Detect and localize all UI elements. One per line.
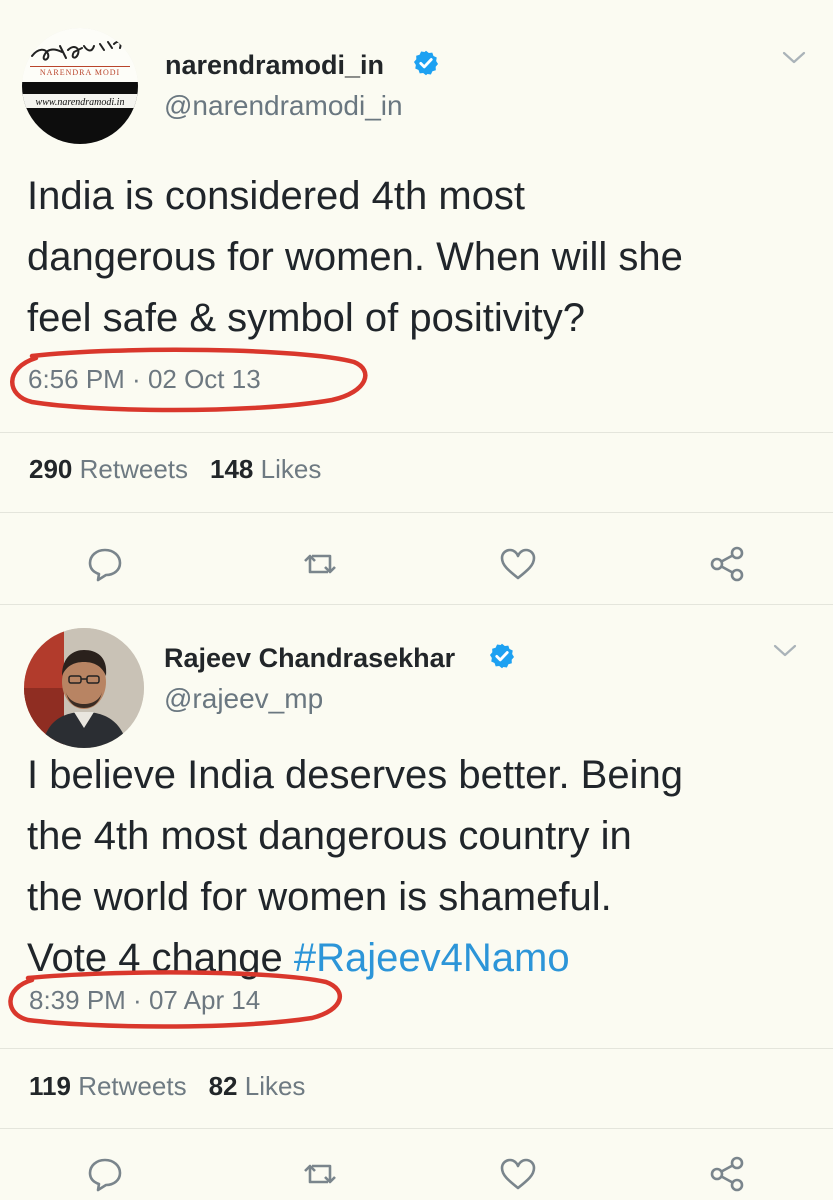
likes-count: 82 <box>208 1071 238 1101</box>
retweet-icon[interactable] <box>300 1154 340 1194</box>
tweet-text-line: feel safe & symbol of positivity? <box>27 296 586 340</box>
tweet-text: I believe India deserves better. Being t… <box>27 745 817 989</box>
divider <box>0 512 833 513</box>
author-handle[interactable]: @rajeev_mp <box>164 683 323 715</box>
timestamp-separator: · <box>125 985 149 1015</box>
tweet-timestamp[interactable]: 8:39 PM · 07 Apr 14 <box>29 985 260 1016</box>
hashtag-link[interactable]: #Rajeev4Namo <box>294 936 570 980</box>
share-icon[interactable] <box>707 544 747 584</box>
tweet-text-line: the 4th most dangerous country in <box>27 814 632 858</box>
author-name[interactable]: narendramodi_in <box>165 50 384 81</box>
tweet-stats: 290 Retweets 148 Likes <box>29 454 321 485</box>
tweet-stats: 119 Retweets 82 Likes <box>29 1071 305 1102</box>
avatar-rajeev[interactable] <box>24 628 144 748</box>
retweets-stat[interactable]: 119 Retweets <box>29 1071 187 1101</box>
annotation-oval <box>10 347 368 413</box>
avatar-caption: NARENDRA MODI <box>40 68 120 77</box>
tweet-text-line: the world for women is shameful. <box>27 875 612 919</box>
share-icon[interactable] <box>707 1154 747 1194</box>
chevron-down-icon[interactable] <box>772 643 798 659</box>
tweet-time: 8:39 PM <box>29 985 126 1015</box>
divider <box>0 432 833 433</box>
author-handle[interactable]: @narendramodi_in <box>164 90 403 122</box>
tweet-text: India is considered 4th most dangerous f… <box>27 166 817 349</box>
likes-stat[interactable]: 148 Likes <box>210 454 321 484</box>
verified-badge-icon <box>413 50 439 76</box>
divider <box>0 1128 833 1129</box>
tweet-separator <box>0 604 833 605</box>
profile-photo-icon <box>24 628 144 748</box>
likes-label: Likes <box>244 1071 306 1101</box>
retweets-stat[interactable]: 290 Retweets <box>29 454 188 484</box>
tweet-text-line: I believe India deserves better. Being <box>27 753 683 797</box>
avatar-url-text: www.narendramodi.in <box>36 97 125 108</box>
divider <box>0 1048 833 1049</box>
likes-stat[interactable]: 82 Likes <box>209 1071 306 1101</box>
like-icon[interactable] <box>498 544 538 584</box>
verified-badge-icon <box>489 643 515 669</box>
retweets-count: 290 <box>29 454 73 484</box>
retweets-label: Retweets <box>79 454 189 484</box>
tweet-text-line: dangerous for women. When will she <box>27 235 683 279</box>
annotation-oval <box>8 970 342 1029</box>
reply-icon[interactable] <box>85 1154 125 1194</box>
likes-count: 148 <box>210 454 254 484</box>
reply-icon[interactable] <box>85 544 125 584</box>
tweet-text-line: India is considered 4th most <box>27 174 526 218</box>
retweets-count: 119 <box>29 1071 71 1101</box>
author-name[interactable]: Rajeev Chandrasekhar <box>164 643 455 674</box>
tweet-narendramodi: NARENDRA MODI www.narendramodi.in narend… <box>0 0 833 600</box>
tweet-date: 07 Apr 14 <box>148 985 261 1015</box>
retweets-label: Retweets <box>78 1071 187 1101</box>
like-icon[interactable] <box>498 1154 538 1194</box>
tweet-text-prefix: Vote 4 change <box>27 936 294 980</box>
chevron-down-icon[interactable] <box>781 50 807 66</box>
likes-label: Likes <box>260 454 322 484</box>
retweet-icon[interactable] <box>300 544 340 584</box>
tweet-text-line: Vote 4 change #Rajeev4Namo <box>27 928 817 989</box>
avatar-narendramodi[interactable]: NARENDRA MODI www.narendramodi.in <box>22 28 138 144</box>
narendramodi-logo-icon: NARENDRA MODI www.narendramodi.in <box>22 28 138 144</box>
